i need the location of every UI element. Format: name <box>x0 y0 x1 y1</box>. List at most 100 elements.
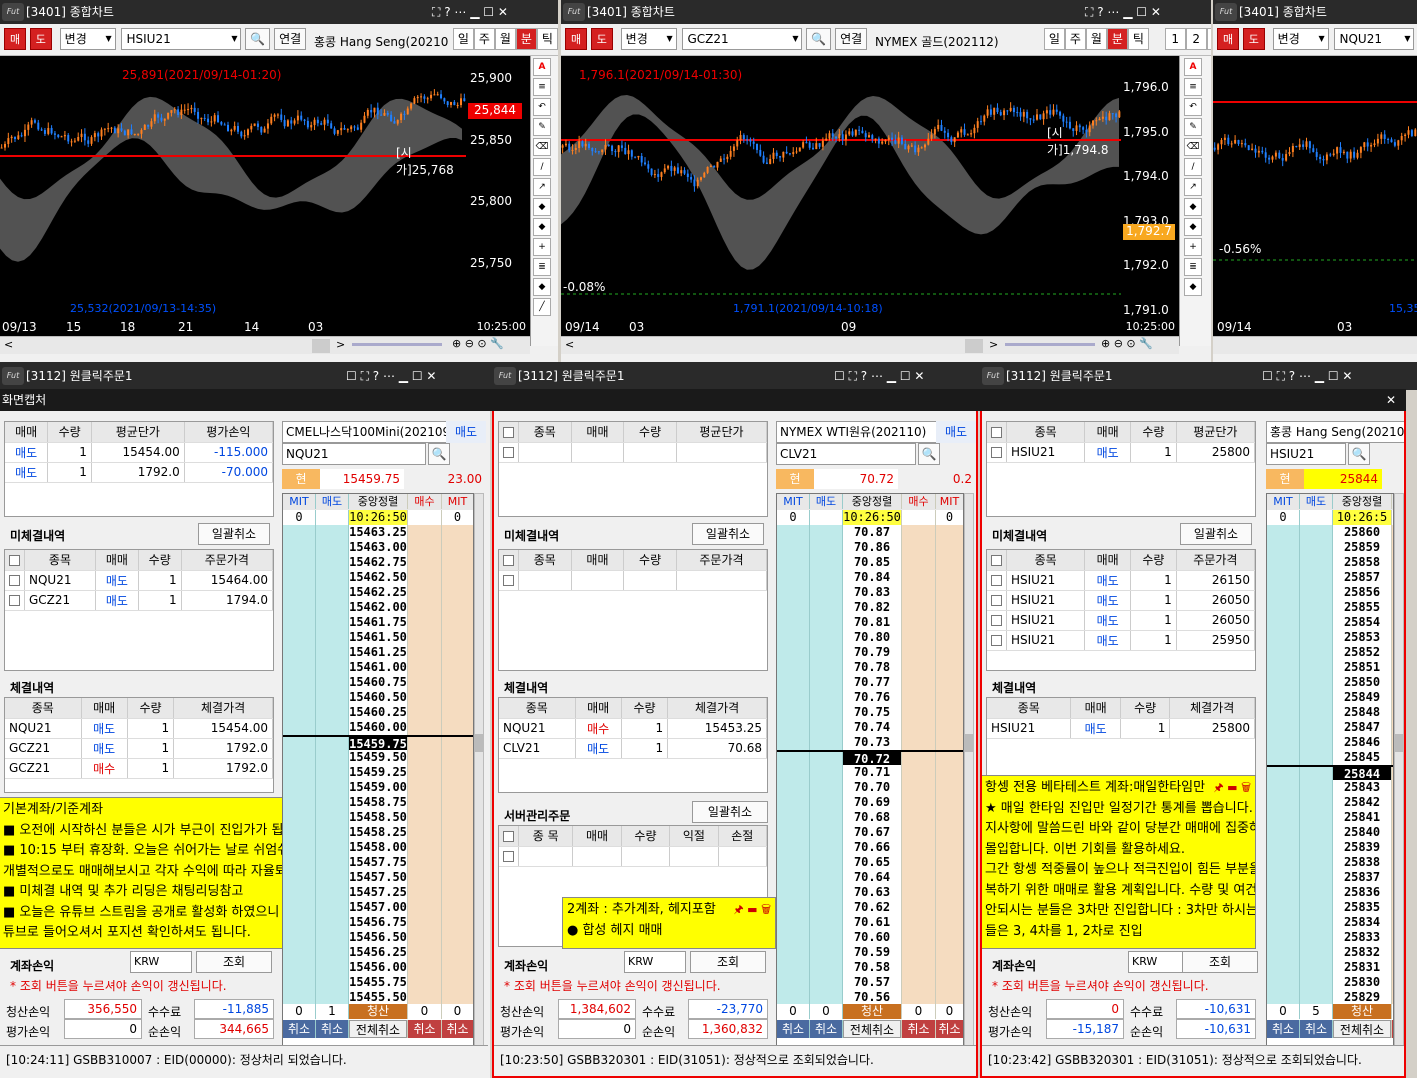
period-tab[interactable]: 틱 <box>1127 28 1149 50</box>
change-combo[interactable]: 변경 <box>59 28 116 50</box>
list-tool-icon[interactable]: ≡ <box>533 78 551 96</box>
zoom-icons[interactable]: ⊕ ⊖ ⊙ 🔧 <box>452 337 504 350</box>
tag2-tool-icon[interactable]: ◆ <box>1184 218 1202 236</box>
ladder-row[interactable]: 15456.75 <box>283 915 473 930</box>
table-row[interactable]: HSIU21 매도 1 26050 <box>987 610 1255 631</box>
ladder-row[interactable]: 70.75 <box>777 705 963 720</box>
ladder-row[interactable]: 25856 <box>1267 585 1393 600</box>
row-checkbox[interactable] <box>503 447 514 458</box>
table-row[interactable]: GCZ21 매수 1 1792.0 <box>5 758 273 779</box>
eraser-icon[interactable]: ⌫ <box>533 138 551 156</box>
ladder-row[interactable]: 70.56 <box>777 990 963 1005</box>
order-window-titlebar[interactable]: Fut [3112] 원클릭주문1 ☐ ⛶ ? ⋯ ▁ ☐ ✕ <box>980 362 1406 390</box>
table-row[interactable]: CLV21 매도 1 70.68 <box>499 738 767 759</box>
page-tab[interactable]: 3 <box>1206 28 1211 50</box>
ladder-row[interactable]: 70.85 <box>777 555 963 570</box>
ladder-row[interactable]: 70.83 <box>777 585 963 600</box>
cancel-sell-button[interactable]: 취소 <box>810 1020 843 1038</box>
cancel-all-orders-button[interactable]: 전체취소 <box>843 1020 901 1038</box>
period-tab[interactable]: 분 <box>515 28 537 50</box>
fills-grid[interactable]: 종목 매매 수량 체결가격 NQU21 매도 1 15454.00 GCZ21 매도 1 1792.… <box>4 697 274 793</box>
cancel-all-orders-button[interactable]: 전체취소 <box>349 1020 407 1038</box>
ladder-row[interactable]: 70.87 <box>777 525 963 540</box>
ladder-row[interactable]: 70.74 <box>777 720 963 735</box>
ladder-row[interactable]: 25839 <box>1267 840 1393 855</box>
ladder-row[interactable]: 15455.75 <box>283 975 473 990</box>
positions-grid[interactable]: 종목 매매 수량 평균단가 HSIU21 매도 1 25800 <box>986 421 1256 517</box>
ladder-row[interactable]: 25840 <box>1267 825 1393 840</box>
cancel-sell-mit-button[interactable]: 취소 <box>283 1020 316 1038</box>
ladder-row[interactable]: 15461.75 <box>283 615 473 630</box>
query-button[interactable]: 조회 <box>196 951 272 973</box>
list-tool-icon[interactable]: ≡ <box>1184 78 1202 96</box>
window-controls[interactable]: ☐ ⛶ ? ⋯ ▁ ☐ ✕ <box>834 362 924 390</box>
ladder-row[interactable]: 70.59 <box>777 945 963 960</box>
row-checkbox[interactable] <box>9 595 20 606</box>
memo-controls-icon[interactable]: 🖈 ▬ 🗑 <box>734 900 771 921</box>
ray-tool-icon[interactable]: ↗ <box>533 178 551 196</box>
ladder-row[interactable]: 25830 <box>1267 975 1393 990</box>
cancel-all-button[interactable]: 일괄취소 <box>198 523 270 545</box>
scroll-left-icon[interactable]: < <box>4 338 13 351</box>
scroll-thumb[interactable] <box>312 339 330 353</box>
cancel-sell-button[interactable]: 취소 <box>316 1020 349 1038</box>
link-button[interactable]: 연결 <box>835 28 868 50</box>
text-tool-icon[interactable]: A <box>1184 58 1202 76</box>
period-tab[interactable]: 월 <box>1085 28 1107 50</box>
cancel-sell-button[interactable]: 취소 <box>1300 1020 1333 1038</box>
ladder-row[interactable]: 15456.00 <box>283 960 473 975</box>
ladder-row[interactable]: 70.71 <box>777 765 963 780</box>
ladder-row[interactable]: 70.73 <box>777 735 963 750</box>
ladder-scrollbar[interactable] <box>964 493 974 1051</box>
ladder-row[interactable]: 70.81 <box>777 615 963 630</box>
ladder-row[interactable]: 15458.75 <box>283 795 473 810</box>
ladder-row[interactable]: 15459.00 <box>283 780 473 795</box>
ladder-row[interactable]: 70.65 <box>777 855 963 870</box>
ladder-row[interactable]: 25853 <box>1267 630 1393 645</box>
ladder-row[interactable]: 70.72 <box>777 750 963 767</box>
liquidate-button[interactable]: 청산 <box>349 1004 407 1019</box>
select-all-checkbox[interactable] <box>499 550 519 571</box>
table-row[interactable]: GCZ21 매도 1 1792.0 <box>5 738 273 759</box>
ladder-symbol-select[interactable]: HSIU21 <box>1266 443 1346 465</box>
tag2-tool-icon[interactable]: ◆ <box>533 218 551 236</box>
ladder-row[interactable]: 25833 <box>1267 930 1393 945</box>
zoom-slider[interactable] <box>1005 343 1095 346</box>
currency-select[interactable]: KRW <box>624 951 686 973</box>
price-chart[interactable]: 1,796.1(2021/09/14-01:30) [시가]1,794.8 -0… <box>561 56 1121 318</box>
ladder-row[interactable]: 15460.75 <box>283 675 473 690</box>
row-checkbox[interactable] <box>991 635 1002 646</box>
ladder-row[interactable]: 25857 <box>1267 570 1393 585</box>
ladder-row[interactable]: 25835 <box>1267 900 1393 915</box>
server-cancel-all-button[interactable]: 일괄취소 <box>692 801 768 823</box>
ladder-row[interactable]: 70.70 <box>777 780 963 795</box>
ladder-row[interactable]: 70.86 <box>777 540 963 555</box>
ladder-row[interactable]: 15459.25 <box>283 765 473 780</box>
query-button[interactable]: 조회 <box>1182 951 1258 973</box>
ladder-row[interactable]: 15455.50 <box>283 990 473 1005</box>
window-controls[interactable]: ⛶ ? ⋯ ▁ ☐ ✕ <box>1085 0 1161 24</box>
undo-icon[interactable]: ↶ <box>533 98 551 116</box>
ladder-row[interactable]: 25859 <box>1267 540 1393 555</box>
table-row[interactable]: NQU21 매수 1 15453.25 <box>499 718 767 739</box>
ladder-row[interactable]: 15458.25 <box>283 825 473 840</box>
symbol-select[interactable]: GCZ21 <box>682 28 803 50</box>
ladder-row[interactable]: 70.64 <box>777 870 963 885</box>
search-icon[interactable]: 🔍 <box>806 28 832 50</box>
pending-grid[interactable]: 종목 매매 수량 주문가격 NQU21 매도 1 15464.00 GCZ21 매도 1 1794.… <box>4 549 274 671</box>
ladder-row[interactable]: 15459.75 <box>283 735 473 752</box>
chart-titlebar[interactable]: Fut [3401] 종합차트 ⛶ ? ⋯ ▁ ☐ ✕ <box>0 0 558 24</box>
line-tool-icon[interactable]: / <box>1184 158 1202 176</box>
scroll-thumb[interactable] <box>965 339 983 353</box>
fills-grid[interactable]: 종목 매매 수량 체결가격 NQU21 매수 1 15453.25 CLV21 매도 1 70.68 <box>498 697 768 793</box>
table-row[interactable]: NQU21 매도 1 15464.00 <box>5 570 273 591</box>
tag-tool-icon[interactable]: ◆ <box>533 198 551 216</box>
ray-tool-icon[interactable]: ↗ <box>1184 178 1202 196</box>
line-tool-icon[interactable]: / <box>533 158 551 176</box>
ladder-row[interactable]: 25844 <box>1267 765 1393 782</box>
ladder-row[interactable]: 15463.00 <box>283 540 473 555</box>
ladder-scrollbar[interactable] <box>1394 493 1404 1051</box>
period-tab[interactable]: 월 <box>494 28 516 50</box>
ladder-row[interactable]: 70.77 <box>777 675 963 690</box>
ladder-row[interactable]: 25843 <box>1267 780 1393 795</box>
